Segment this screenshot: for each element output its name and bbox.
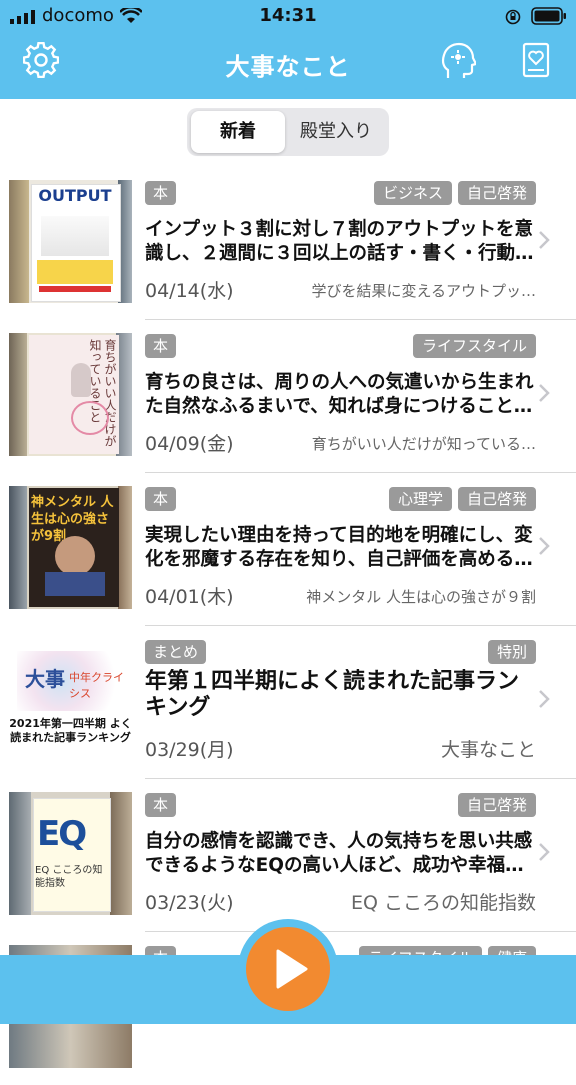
category-tag: 特別: [487, 640, 536, 664]
book-cover: 育ちがいい人だけが知っていること: [9, 333, 132, 456]
divider: [145, 931, 576, 932]
book-cover: OUTPUT: [9, 180, 132, 303]
list-item[interactable]: 育ちがいい人だけが知っていること 本 ライフスタイル 育ちの良さは、周りの人への…: [0, 321, 576, 473]
article-date: 04/14(水): [145, 280, 234, 302]
list-item[interactable]: 神メンタル 人生は心の強さが9割 本 心理学 自己啓発 実現したい理由を持って目…: [0, 474, 576, 626]
article-title: 自分の感情を認識でき、人の気持ちを思い共感できるようなEQの高い人ほど、成功や幸…: [145, 831, 533, 876]
divider: [145, 319, 576, 320]
rotation-lock-icon: [505, 9, 521, 25]
chevron-right-icon: [539, 384, 550, 402]
app-header: docomo 14:31 大事なこと: [0, 0, 576, 99]
article-date: 04/01(木): [145, 586, 234, 608]
article-title: 実現したい理由を持って目的地を明確にし、変化を邪魔する存在を知り、自己評価を高め…: [145, 525, 533, 570]
article-title: 育ちの良さは、周りの人への気遣いから生まれた自然なふるまいで、知れば身につけるこ…: [145, 372, 534, 417]
book-cover: EQ EQ こころの知能指数: [9, 792, 132, 915]
type-badge: 本: [145, 793, 177, 817]
divider: [145, 778, 576, 779]
article-title: インプット３割に対し７割のアウトプットを意識し、２週間に３回以上の話す・書く・行…: [145, 219, 534, 264]
cover-title: OUTPUT: [38, 186, 112, 205]
tab-hall-of-fame[interactable]: 殿堂入り: [287, 111, 385, 153]
article-source: 学びを結果に変えるアウトプッ…: [311, 282, 536, 300]
play-icon: [276, 949, 308, 989]
chevron-right-icon: [539, 231, 550, 249]
list-item[interactable]: EQ EQ こころの知能指数 本 自己啓発 自分の感情を認識でき、人の気持ちを思…: [0, 780, 576, 932]
type-badge: 本: [145, 334, 177, 358]
article-date: 03/29(月): [145, 739, 234, 761]
tag-list: 特別: [487, 640, 536, 664]
tag-list: 自己啓発: [457, 793, 536, 817]
divider: [145, 472, 576, 473]
article-source: 大事なこと: [440, 739, 536, 761]
cover-title: 2021年第一四半期 よく読まれた記事ランキング: [9, 717, 132, 744]
book-heart-icon[interactable]: [522, 42, 550, 78]
category-tag: ライフスタイル: [412, 334, 536, 358]
ranking-cover: 大事 中年クライシス 2021年第一四半期 よく読まれた記事ランキング: [9, 639, 132, 762]
tab-new[interactable]: 新着: [191, 111, 285, 153]
battery-icon: [531, 7, 566, 25]
list-item[interactable]: 大事 中年クライシス 2021年第一四半期 よく読まれた記事ランキング まとめ …: [0, 627, 576, 779]
book-cover: 神メンタル 人生は心の強さが9割: [9, 486, 132, 609]
divider: [145, 625, 576, 626]
play-button[interactable]: [246, 927, 330, 1011]
category-tag: 心理学: [388, 487, 452, 511]
article-source: 神メンタル 人生は心の強さが９割: [306, 588, 536, 606]
tag-list: 心理学 自己啓発: [388, 487, 536, 511]
category-tag: 自己啓発: [457, 793, 536, 817]
article-date: 04/09(金): [145, 433, 234, 455]
article-source: 育ちがいい人だけが知っている…: [311, 435, 536, 453]
type-badge: まとめ: [145, 640, 207, 664]
article-date: 03/23(火): [145, 892, 234, 914]
article-title: 年第１四半期によく読まれた記事ランキング: [145, 669, 520, 720]
cover-title: EQ こころの知能指数: [35, 865, 103, 889]
mind-icon[interactable]: [440, 42, 476, 80]
tag-list: ライフスタイル: [412, 334, 536, 358]
category-tag: ビジネス: [373, 181, 452, 205]
chevron-right-icon: [539, 843, 550, 861]
chevron-right-icon: [539, 690, 550, 708]
status-bar: docomo 14:31: [0, 0, 576, 34]
chevron-right-icon: [539, 537, 550, 555]
segmented-control: 新着 殿堂入り: [187, 108, 389, 156]
clock: 14:31: [259, 5, 317, 26]
type-badge: 本: [145, 181, 177, 205]
category-tag: 自己啓発: [457, 181, 536, 205]
page-title: 大事なこと: [225, 53, 351, 81]
category-tag: 自己啓発: [457, 487, 536, 511]
tag-list: ビジネス 自己啓発: [373, 181, 536, 205]
type-badge: 本: [145, 487, 177, 511]
list-item[interactable]: OUTPUT 本 ビジネス 自己啓発 インプット３割に対し７割のアウトプットを意…: [0, 168, 576, 320]
article-source: EQ こころの知能指数: [351, 892, 536, 914]
